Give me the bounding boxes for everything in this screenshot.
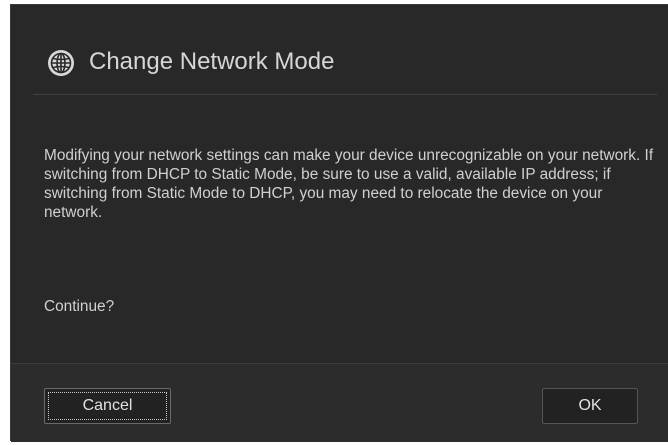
confirm-prompt: Continue?: [44, 298, 115, 315]
globe-icon: [47, 49, 75, 77]
ok-button[interactable]: OK: [542, 388, 638, 424]
change-network-mode-dialog: Change Network Mode Modifying your netwo…: [10, 4, 668, 442]
focus-ring: [48, 392, 167, 420]
cancel-button[interactable]: Cancel: [44, 388, 171, 424]
dialog-header: Change Network Mode: [33, 5, 657, 95]
dialog-message: Modifying your network settings can make…: [44, 147, 654, 221]
ok-button-label: OK: [578, 397, 602, 414]
dialog-footer: Cancel OK: [11, 363, 668, 442]
dialog-title: Change Network Mode: [89, 48, 335, 75]
